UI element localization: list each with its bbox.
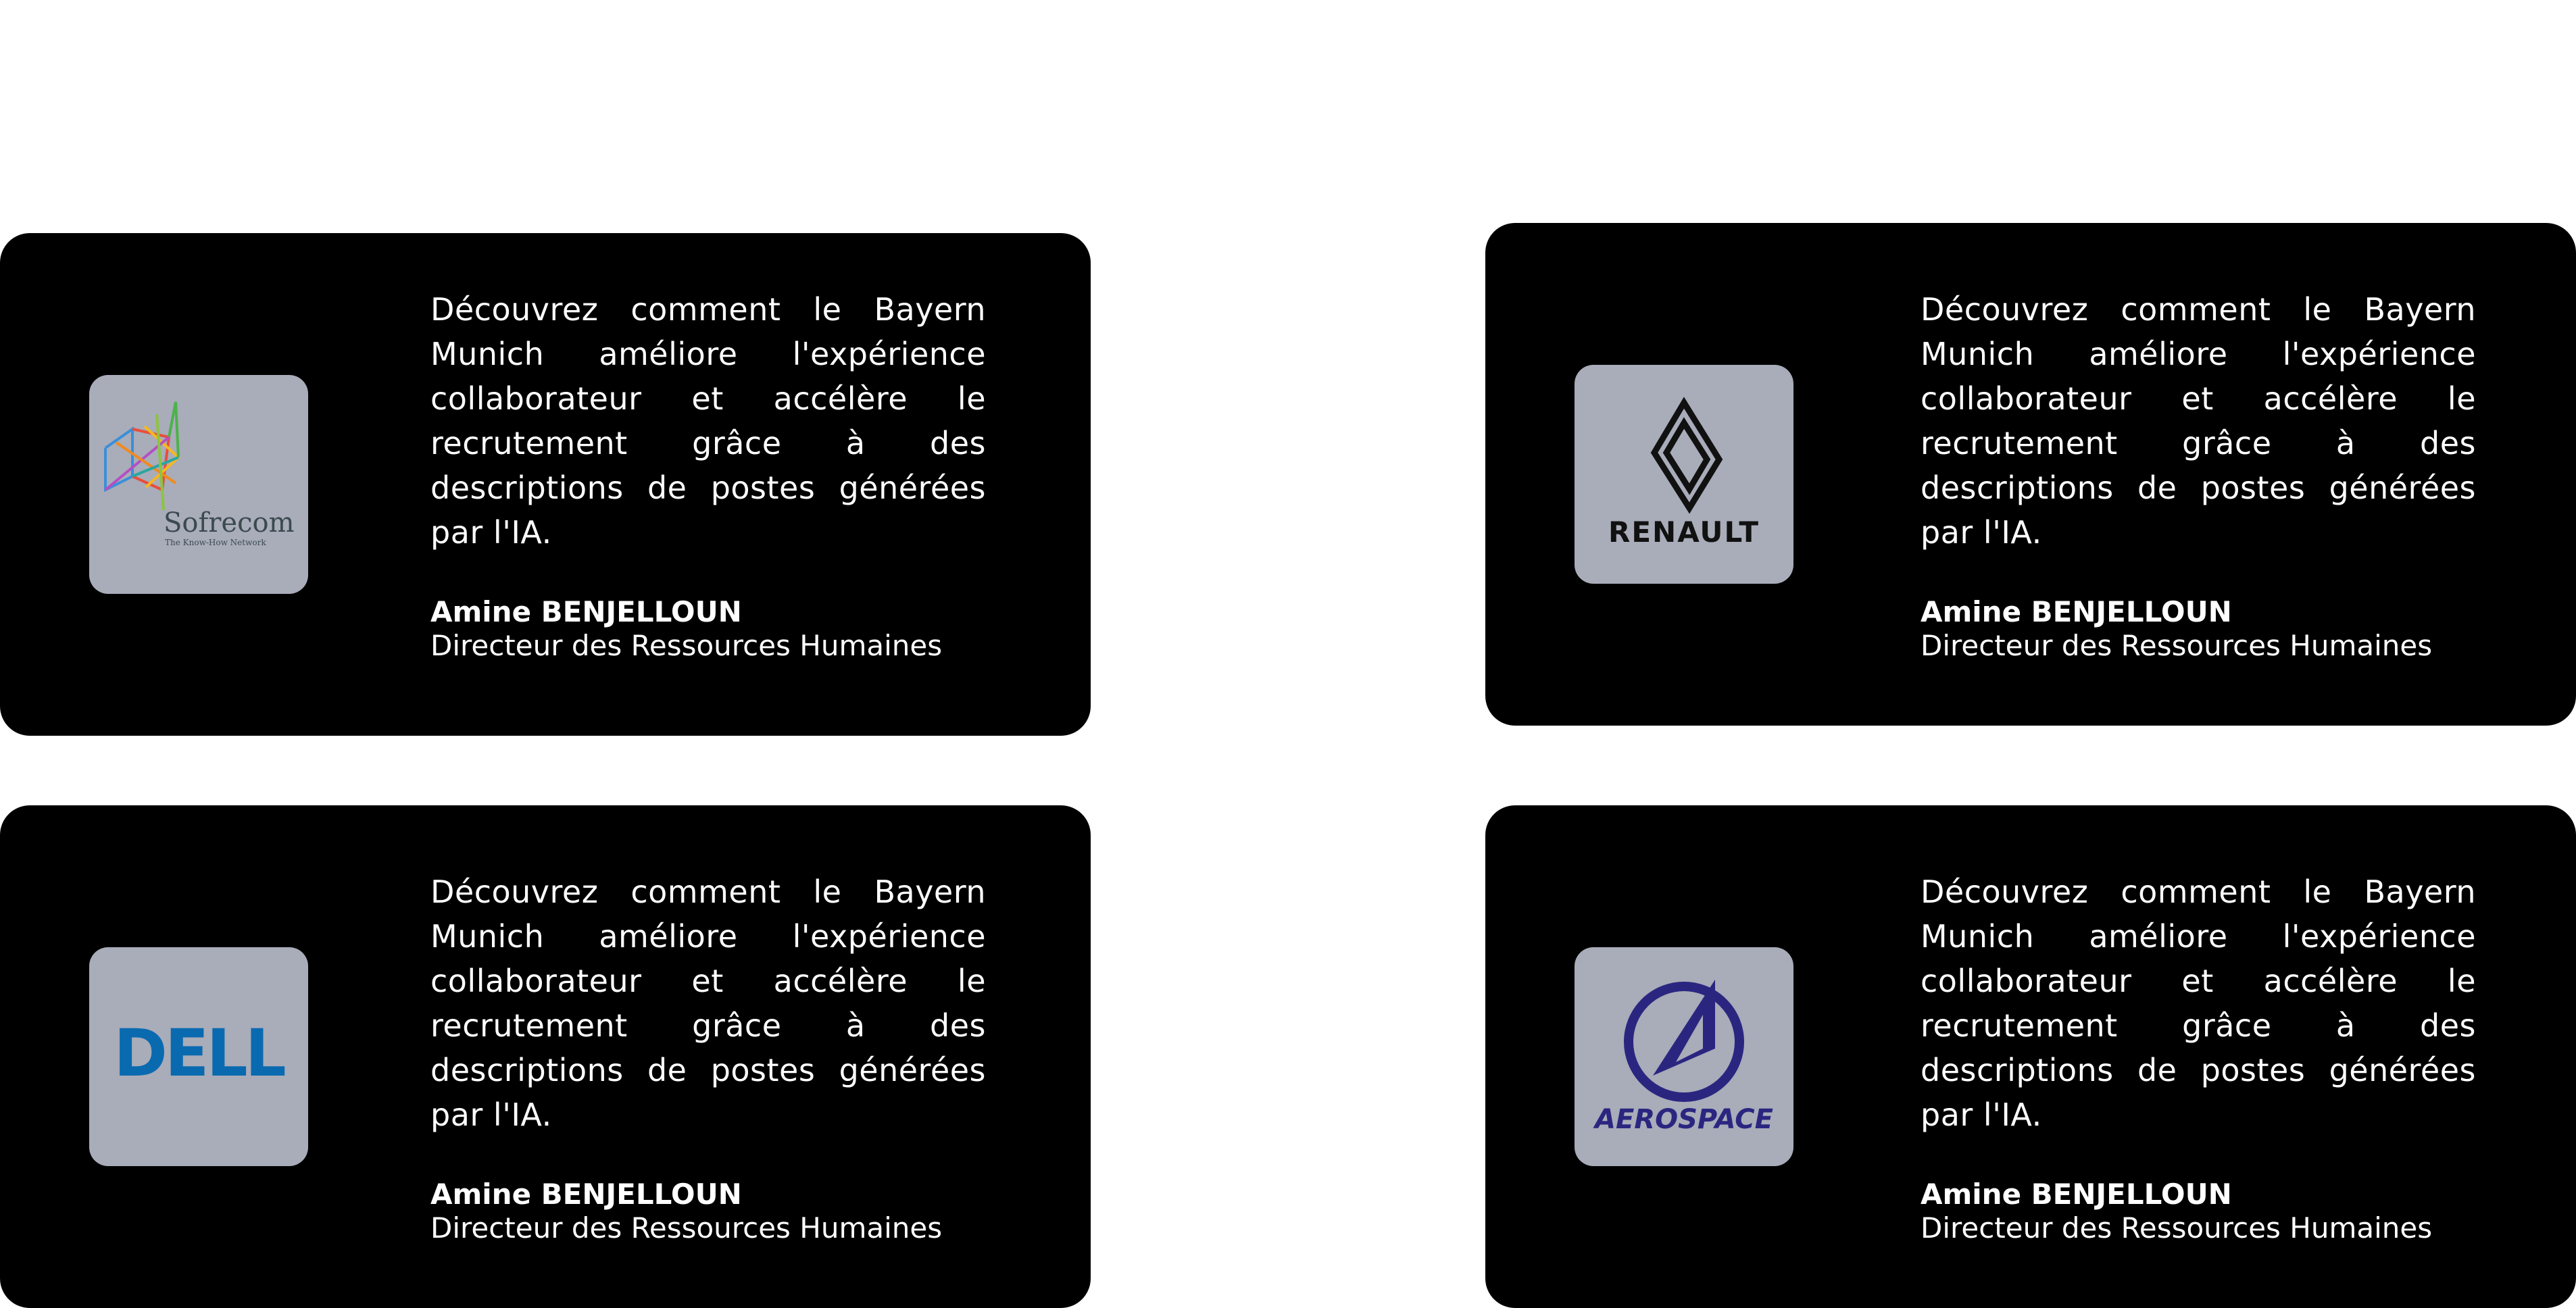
company-logo-sofrecom: Sofrecom The Know-How Network (89, 375, 308, 594)
author-role: Directeur des Ressources Humaines (1921, 629, 2433, 662)
aerospace-wordmark: AEROSPACE (1593, 1104, 1773, 1135)
testimonial-card-aerospace: AEROSPACE Découvrez comment le Bayern Mu… (1485, 805, 2576, 1308)
testimonial-quote: Découvrez comment le Bayern Munich améli… (430, 874, 986, 1133)
aerospace-logo-icon: AEROSPACE (1593, 980, 1773, 1135)
sofrecom-logo-icon: Sofrecom The Know-How Network (104, 401, 295, 547)
testimonial-content: Découvrez comment le Bayern Munich améli… (430, 870, 986, 1245)
author-name: Amine BENJELLOUN (430, 595, 742, 628)
author-name: Amine BENJELLOUN (1921, 1178, 2232, 1211)
testimonial-quote: Découvrez comment le Bayern Munich améli… (1921, 874, 2476, 1133)
renault-wordmark: RENAULT (1608, 515, 1760, 549)
renault-logo-icon: RENAULT (1608, 397, 1760, 549)
author-role: Directeur des Ressources Humaines (430, 629, 943, 662)
company-logo-dell: DELL (89, 947, 308, 1166)
dell-logo-icon: DELL (114, 1015, 287, 1091)
author-name: Amine BENJELLOUN (1921, 595, 2232, 628)
testimonial-quote: Découvrez comment le Bayern Munich améli… (430, 291, 986, 551)
testimonial-card-renault: RENAULT Découvrez comment le Bayern Muni… (1485, 223, 2576, 726)
testimonial-card-dell: DELL Découvrez comment le Bayern Munich … (0, 805, 1091, 1308)
author-role: Directeur des Ressources Humaines (1921, 1211, 2433, 1244)
dell-wordmark: DELL (114, 1015, 284, 1091)
company-logo-aerospace: AEROSPACE (1575, 947, 1793, 1166)
author-name: Amine BENJELLOUN (430, 1178, 742, 1211)
testimonial-content: Découvrez comment le Bayern Munich améli… (1921, 870, 2476, 1245)
testimonial-content: Découvrez comment le Bayern Munich améli… (430, 287, 986, 663)
testimonial-card-sofrecom: Sofrecom The Know-How Network Découvrez … (0, 233, 1091, 736)
testimonial-content: Découvrez comment le Bayern Munich améli… (1921, 287, 2476, 663)
sofrecom-tagline: The Know-How Network (165, 538, 266, 547)
sofrecom-wordmark: Sofrecom (164, 507, 295, 538)
company-logo-renault: RENAULT (1575, 365, 1793, 584)
testimonial-quote: Découvrez comment le Bayern Munich améli… (1921, 291, 2476, 551)
author-role: Directeur des Ressources Humaines (430, 1211, 943, 1244)
